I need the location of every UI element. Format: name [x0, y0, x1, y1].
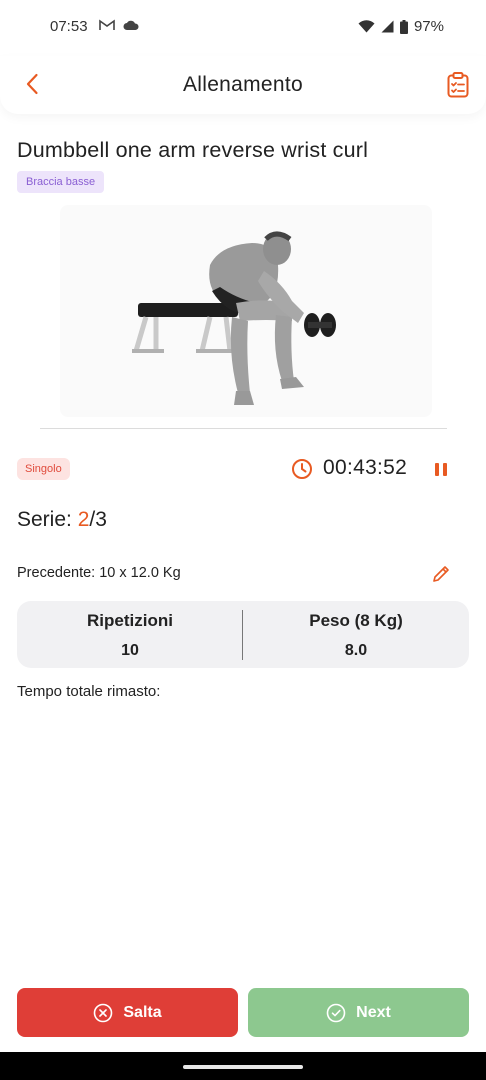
- reps-value: 10: [121, 642, 139, 659]
- section-divider: [40, 428, 447, 429]
- pause-icon: [435, 462, 439, 476]
- status-system: 97%: [358, 18, 444, 35]
- app-bar: Allenamento: [0, 56, 486, 114]
- battery-icon: [399, 19, 408, 34]
- serie-label: Serie:: [17, 508, 78, 531]
- clipboard-list-icon: [447, 72, 469, 98]
- system-nav-bar: [0, 1052, 486, 1080]
- serie-counter: Serie: 2/3: [17, 508, 107, 532]
- pencil-icon: [433, 566, 449, 582]
- exercise-figure-image: [132, 231, 336, 405]
- wifi-icon: [358, 20, 375, 33]
- serie-current: 2: [77, 508, 90, 531]
- exercise-illustration: [60, 205, 432, 417]
- status-notifications: [99, 19, 139, 31]
- serie-total: /3: [89, 508, 107, 531]
- next-button[interactable]: Next: [248, 988, 469, 1037]
- signal-icon: [381, 20, 394, 33]
- next-label: Next: [356, 1003, 391, 1021]
- set-stats-card: Ripetizioni 10 Peso (8 Kg) 8.0: [17, 601, 469, 668]
- status-time: 07:53: [50, 18, 88, 35]
- page-title: Allenamento: [182, 73, 304, 96]
- skip-button[interactable]: Salta: [17, 988, 238, 1037]
- muscle-group-tag: Braccia basse: [17, 171, 105, 193]
- pause-button[interactable]: [432, 458, 450, 480]
- weight-column[interactable]: Peso (8 Kg) 8.0: [243, 601, 469, 668]
- check-circle-icon: [326, 1003, 346, 1022]
- mode-tag: Singolo: [17, 458, 70, 480]
- status-bar: 07:53 97%: [0, 0, 486, 56]
- skip-label: Salta: [123, 1003, 162, 1021]
- weight-label: Peso (8 Kg): [309, 611, 403, 630]
- rest-time-label: Tempo totale rimasto:: [17, 683, 161, 700]
- workout-timer: 00:43:52: [323, 456, 408, 479]
- edit-button[interactable]: [430, 563, 452, 585]
- battery-percent: 97%: [413, 18, 444, 35]
- exercise-title: Dumbbell one arm reverse wrist curl: [17, 138, 369, 162]
- close-circle-icon: [94, 1003, 113, 1022]
- pause-icon-bar: [443, 462, 447, 476]
- workout-list-button[interactable]: [444, 70, 472, 100]
- weight-value: 8.0: [344, 642, 368, 659]
- previous-set: Precedente: 10 x 12.0 Kg: [17, 565, 181, 581]
- cloud-icon: [123, 20, 139, 30]
- gmail-icon: [99, 19, 115, 30]
- clock-icon: [292, 459, 312, 479]
- home-gesture-handle[interactable]: [183, 1065, 303, 1069]
- reps-label: Ripetizioni: [87, 611, 173, 630]
- reps-column[interactable]: Ripetizioni 10: [17, 601, 243, 668]
